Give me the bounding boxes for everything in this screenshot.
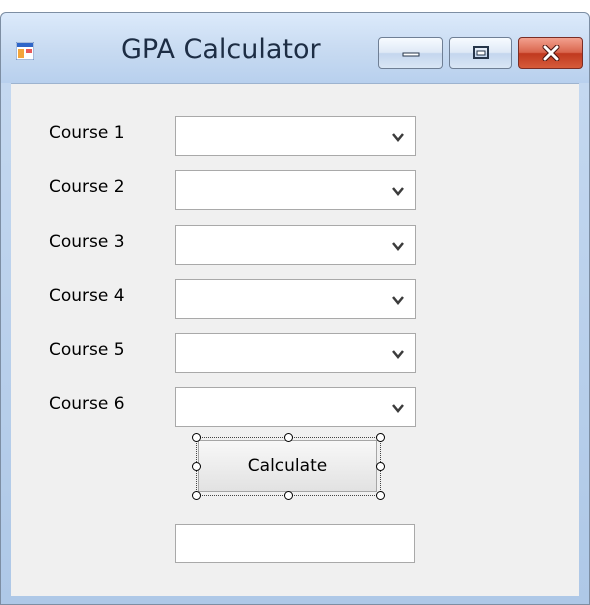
window-title: GPA Calculator <box>121 34 321 65</box>
chevron-down-icon <box>392 187 404 196</box>
chevron-down-icon <box>392 350 404 359</box>
maximize-button[interactable] <box>449 37 512 69</box>
gpa-result-field[interactable] <box>175 524 415 563</box>
resize-handle-bottom-right[interactable] <box>376 491 385 500</box>
resize-handle-bottom[interactable] <box>284 491 293 500</box>
course-4-label: Course 4 <box>49 286 125 306</box>
form-client-area: Course 1 Course 2 Course 3 Course 4 Cour… <box>11 83 579 596</box>
resize-handle-top-left[interactable] <box>192 433 201 442</box>
windows-form-icon <box>16 42 34 60</box>
course-1-dropdown[interactable] <box>175 116 416 156</box>
calculate-button[interactable]: Calculate <box>198 440 377 492</box>
gpa-calculator-window: GPA Calculator Course 1 Course 2 Course … <box>0 12 590 605</box>
course-6-dropdown[interactable] <box>175 387 416 427</box>
course-2-label: Course 2 <box>49 177 125 197</box>
course-1-label: Course 1 <box>49 123 125 143</box>
chevron-down-icon <box>392 296 404 305</box>
resize-handle-top[interactable] <box>284 433 293 442</box>
close-button[interactable] <box>518 37 583 69</box>
course-6-label: Course 6 <box>49 394 125 414</box>
resize-handle-right[interactable] <box>376 462 385 471</box>
course-4-dropdown[interactable] <box>175 279 416 319</box>
course-3-label: Course 3 <box>49 232 125 252</box>
course-3-dropdown[interactable] <box>175 225 416 265</box>
resize-handle-top-right[interactable] <box>376 433 385 442</box>
resize-handle-bottom-left[interactable] <box>192 491 201 500</box>
minimize-icon <box>402 52 419 57</box>
chevron-down-icon <box>392 133 404 142</box>
chevron-down-icon <box>392 242 404 251</box>
course-5-dropdown[interactable] <box>175 333 416 373</box>
close-icon <box>542 45 559 61</box>
minimize-button[interactable] <box>378 37 443 69</box>
maximize-icon <box>472 46 489 59</box>
title-bar[interactable]: GPA Calculator <box>1 13 589 83</box>
chevron-down-icon <box>392 404 404 413</box>
resize-handle-left[interactable] <box>192 462 201 471</box>
course-2-dropdown[interactable] <box>175 170 416 210</box>
course-5-label: Course 5 <box>49 340 125 360</box>
